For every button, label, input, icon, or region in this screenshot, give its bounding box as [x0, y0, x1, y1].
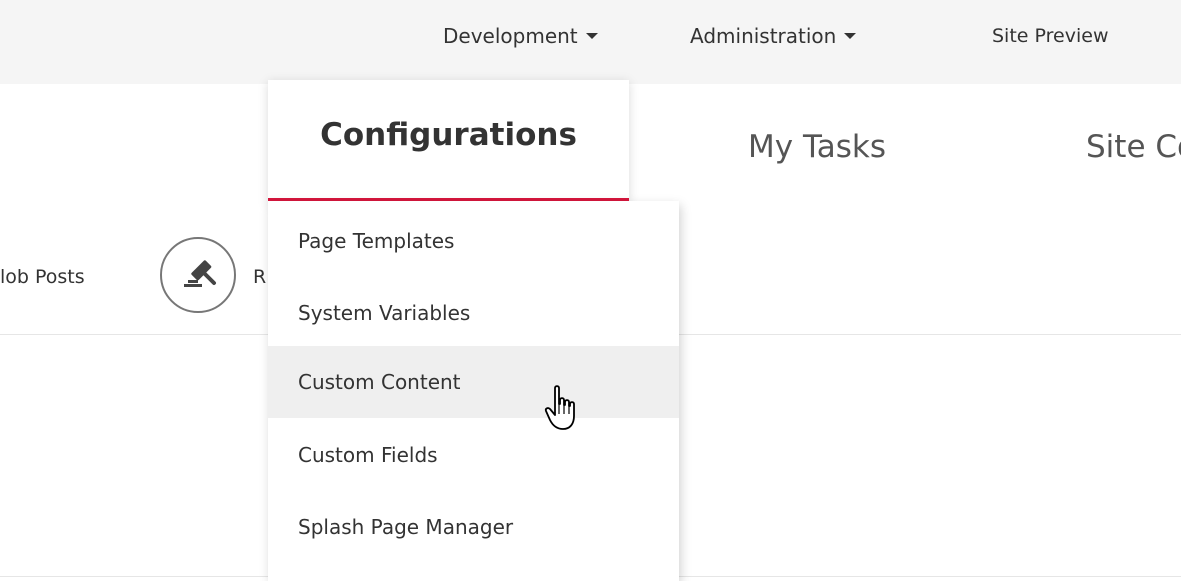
site-preview-link[interactable]: Site Preview — [992, 24, 1108, 48]
configurations-dropdown: Page Templates System Variables Custom C… — [268, 201, 679, 581]
r-tool-label[interactable]: R — [253, 266, 266, 288]
administration-menu[interactable]: Administration — [690, 24, 857, 48]
tab-my-tasks[interactable]: My Tasks — [748, 88, 886, 226]
menu-item-custom-fields[interactable]: Custom Fields — [268, 419, 679, 491]
menu-item-custom-content[interactable]: Custom Content — [268, 346, 679, 418]
gavel-icon — [184, 260, 216, 287]
administration-label: Administration — [690, 24, 837, 48]
menu-item-splash-page-manager[interactable]: Splash Page Manager — [268, 491, 679, 563]
tab-configurations[interactable]: Configurations — [268, 80, 629, 204]
caret-down-icon — [585, 32, 598, 39]
menu-item-page-templates[interactable]: Page Templates — [268, 205, 679, 277]
caret-down-icon — [844, 32, 857, 39]
menu-item-system-variables[interactable]: System Variables — [268, 277, 679, 349]
job-posts-label[interactable]: lob Posts — [0, 266, 85, 288]
top-navigation: Development Administration Site Preview — [0, 0, 1181, 84]
hand-pointer-cursor-icon — [544, 385, 575, 430]
gavel-icon-button[interactable] — [160, 237, 236, 313]
tab-site-content[interactable]: Site Co — [1086, 88, 1181, 226]
development-label: Development — [443, 24, 578, 48]
development-menu[interactable]: Development — [443, 24, 598, 48]
